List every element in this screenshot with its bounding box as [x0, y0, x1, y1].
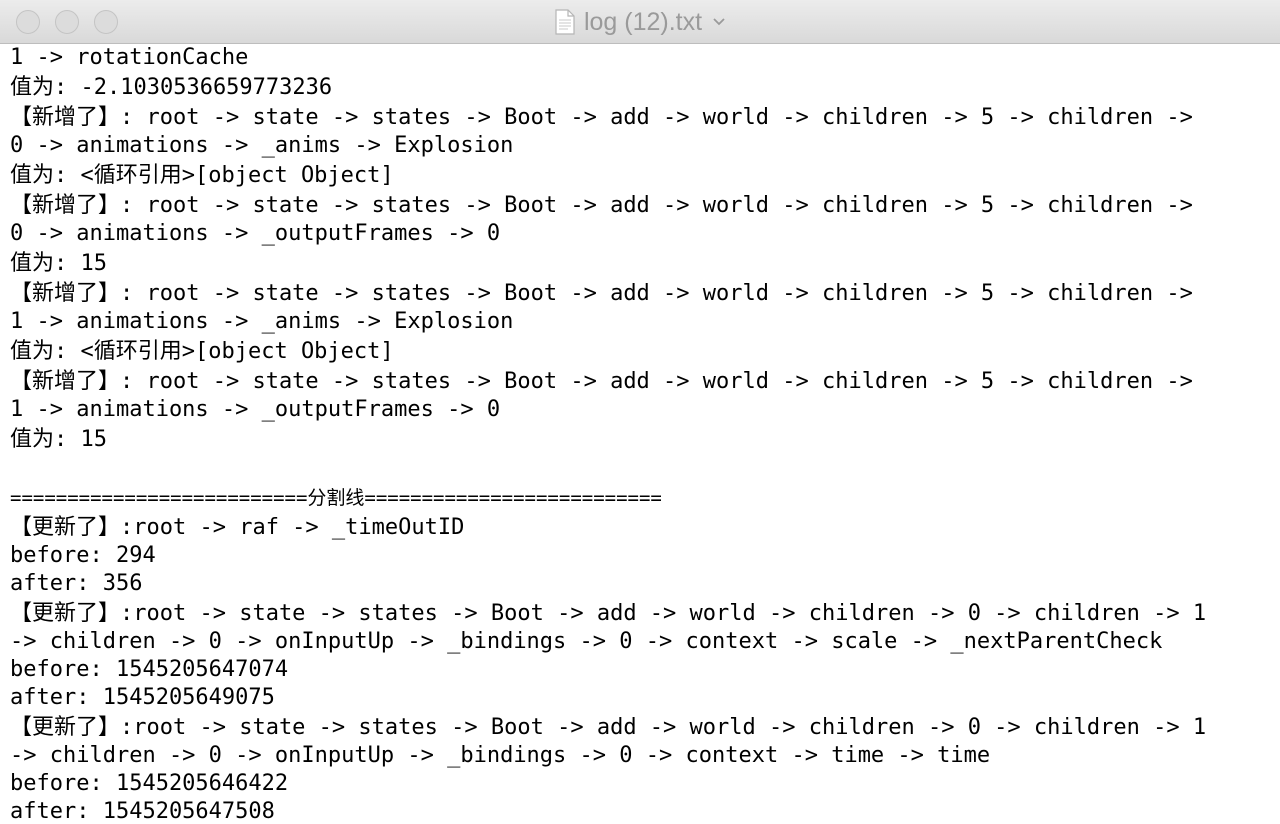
- window-title: log (12).txt: [583, 7, 703, 36]
- log-line: 【新增了】: root -> state -> states -> Boot -…: [10, 281, 1193, 306]
- window-title-group[interactable]: log (12).txt: [0, 0, 1280, 44]
- log-line: -> children -> 0 -> onInputUp -> _bindin…: [10, 743, 991, 768]
- log-line: -> children -> 0 -> onInputUp -> _bindin…: [10, 629, 1163, 654]
- log-line: after: 356: [10, 571, 143, 596]
- log-line: 值为: <循环引用>[object Object]: [10, 339, 394, 364]
- log-line: 0 -> animations -> _outputFrames -> 0: [10, 221, 501, 246]
- log-line: 【新增了】: root -> state -> states -> Boot -…: [10, 369, 1193, 394]
- log-line: 【更新了】:root -> state -> states -> Boot ->…: [10, 601, 1207, 626]
- log-line: before: 294: [10, 543, 156, 568]
- log-line: 值为: <循环引用>[object Object]: [10, 163, 394, 188]
- log-line: 【更新了】:root -> raf -> _timeOutID: [10, 515, 465, 540]
- title-bar[interactable]: log (12).txt: [0, 0, 1280, 44]
- text-editor-window: log (12).txt 1 -> rotationCache 值为: -2.1…: [0, 0, 1280, 824]
- log-line: 1 -> rotationCache: [10, 45, 249, 70]
- log-line: 【新增了】: root -> state -> states -> Boot -…: [10, 105, 1193, 130]
- log-line: 1 -> animations -> _outputFrames -> 0: [10, 397, 501, 422]
- log-line: after: 1545205647508: [10, 799, 275, 824]
- log-line: 1 -> animations -> _anims -> Explosion: [10, 309, 514, 334]
- log-line: 【更新了】:root -> state -> states -> Boot ->…: [10, 715, 1207, 740]
- log-line: 值为: 15: [10, 427, 107, 452]
- log-line: before: 1545205647074: [10, 657, 289, 682]
- log-line: after: 1545205649075: [10, 685, 275, 710]
- log-line: 值为: -2.1030536659773236: [10, 75, 333, 100]
- divider-line: ==========================分割线===========…: [10, 487, 662, 509]
- chevron-down-icon[interactable]: [712, 17, 726, 27]
- document-icon: [555, 9, 575, 35]
- text-content-area[interactable]: 1 -> rotationCache 值为: -2.10305366597732…: [0, 44, 1280, 824]
- log-line: 0 -> animations -> _anims -> Explosion: [10, 133, 514, 158]
- log-line: before: 1545205646422: [10, 771, 289, 796]
- log-line: 值为: 15: [10, 251, 107, 276]
- log-line: 【新增了】: root -> state -> states -> Boot -…: [10, 193, 1193, 218]
